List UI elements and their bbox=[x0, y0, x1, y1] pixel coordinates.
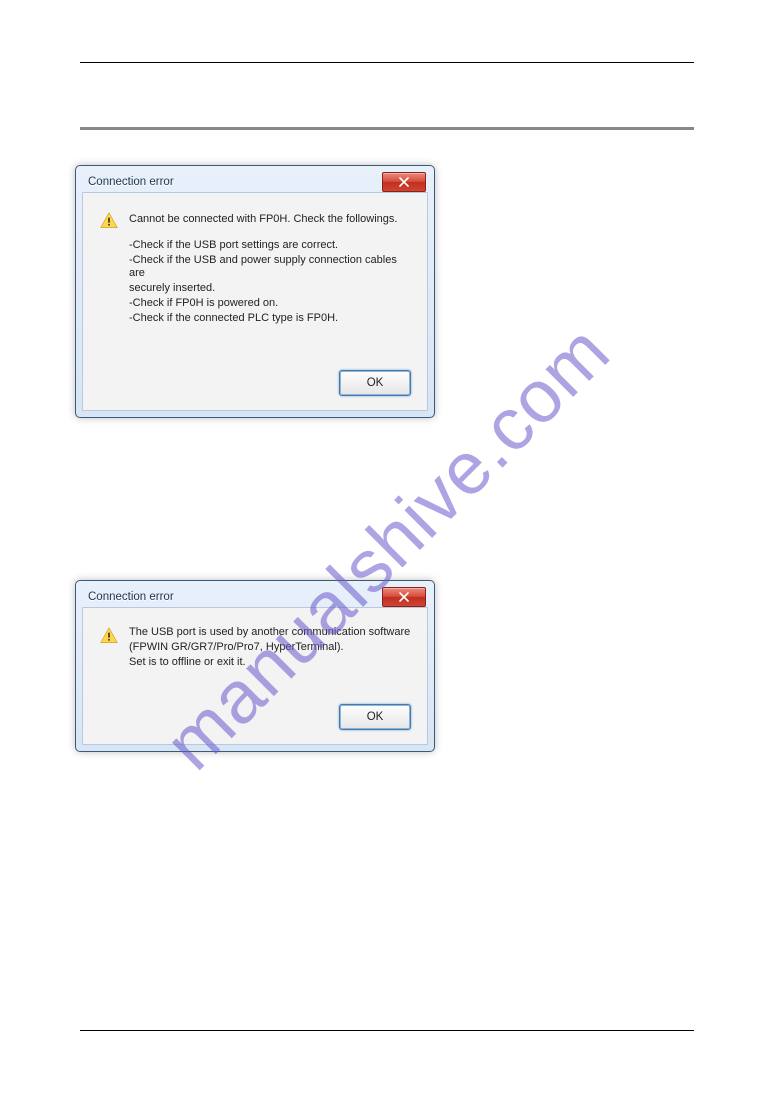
dialog-line: Set is to offline or exit it. bbox=[129, 656, 411, 670]
connection-error-dialog-1: Connection error Cannot be connected wit… bbox=[75, 165, 435, 418]
ok-button-label: OK bbox=[367, 376, 384, 390]
page-bottom-rule bbox=[80, 1030, 694, 1031]
close-icon bbox=[399, 177, 409, 187]
close-icon bbox=[399, 592, 409, 602]
dialog-heading: Cannot be connected with FP0H. Check the… bbox=[129, 213, 411, 227]
dialog-body: The USB port is used by another communic… bbox=[82, 607, 428, 745]
page-top-rule bbox=[80, 62, 694, 63]
dialog-line: -Check if the USB port settings are corr… bbox=[129, 239, 411, 253]
dialog-line: -Check if FP0H is powered on. bbox=[129, 297, 411, 311]
connection-error-dialog-2: Connection error The USB port is used by… bbox=[75, 580, 435, 752]
dialog-title-text: Connection error bbox=[88, 591, 382, 603]
dialog-lines: -Check if the USB port settings are corr… bbox=[129, 239, 411, 326]
dialog-line: -Check if the connected PLC type is FP0H… bbox=[129, 312, 411, 326]
close-button[interactable] bbox=[382, 587, 426, 607]
dialog-line: The USB port is used by another communic… bbox=[129, 626, 411, 640]
dialog-message: The USB port is used by another communic… bbox=[129, 626, 411, 670]
ok-button-label: OK bbox=[367, 710, 384, 724]
dialog-body: Cannot be connected with FP0H. Check the… bbox=[82, 192, 428, 411]
dialog-line: (FPWIN GR/GR7/Pro/Pro7, HyperTerminal). bbox=[129, 641, 411, 655]
warning-icon bbox=[99, 211, 119, 231]
dialog-title-text: Connection error bbox=[88, 176, 382, 188]
dialog-line: -Check if the USB and power supply conne… bbox=[129, 254, 411, 282]
warning-icon bbox=[99, 626, 119, 646]
dialog-message: Cannot be connected with FP0H. Check the… bbox=[129, 211, 411, 326]
close-button[interactable] bbox=[382, 172, 426, 192]
dialog-line: securely inserted. bbox=[129, 282, 411, 296]
dialog-titlebar: Connection error bbox=[82, 172, 428, 192]
dialog-titlebar: Connection error bbox=[82, 587, 428, 607]
dialog-lines: The USB port is used by another communic… bbox=[129, 626, 411, 669]
ok-button[interactable]: OK bbox=[339, 704, 411, 730]
page-mid-rule bbox=[80, 127, 694, 130]
ok-button[interactable]: OK bbox=[339, 370, 411, 396]
